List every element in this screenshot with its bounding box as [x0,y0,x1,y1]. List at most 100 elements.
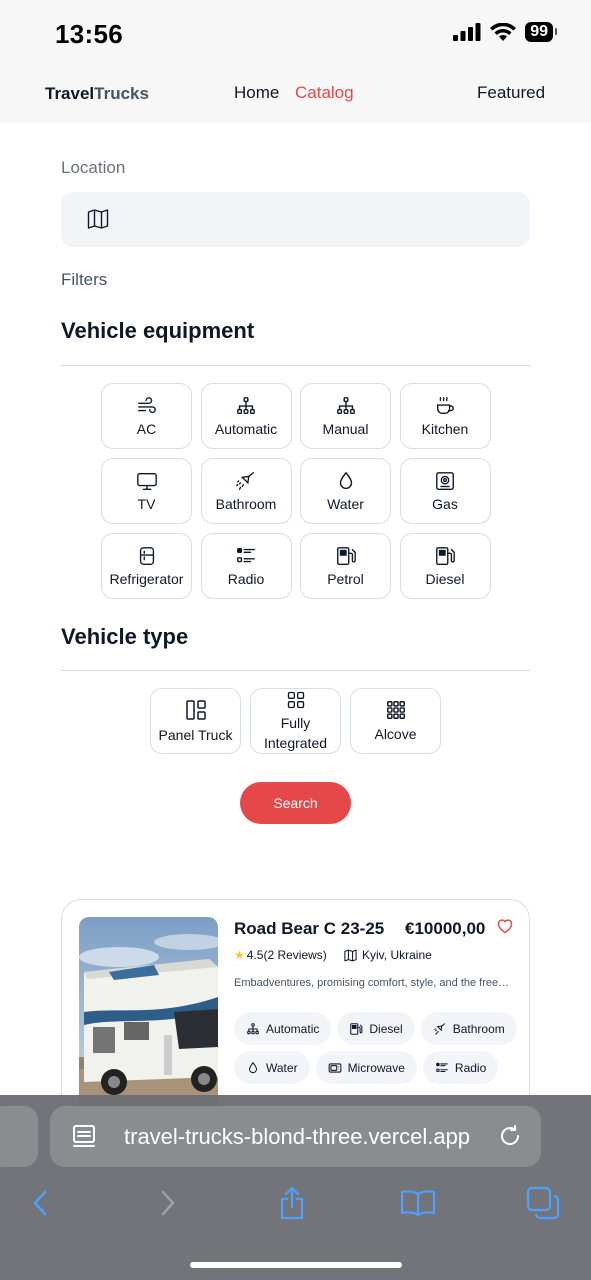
equipment-divider [61,365,530,366]
camper-description: Embadventures, promising comfort, style,… [234,977,514,989]
location-text: Kyiv, Ukraine [362,948,432,962]
filter-label: AC [136,420,157,437]
type-fully-integrated[interactable]: Fully Integrated [250,688,341,754]
search-button[interactable]: Search [240,782,351,824]
reader-icon[interactable] [72,1124,96,1150]
logo-part1: Travel [45,84,95,103]
feature-label: Radio [454,1060,487,1075]
filter-ac[interactable]: AC [101,383,192,449]
wind-icon [137,396,156,413]
filter-petrol[interactable]: Petrol [300,533,391,599]
star-icon: ★ [234,948,245,962]
chevron-right-icon [161,1190,175,1216]
equipment-title: Vehicle equipment [61,318,255,343]
chevron-left-icon [33,1190,47,1216]
filter-label: Bathroom [215,495,277,512]
nav-home[interactable]: Home [234,83,279,103]
logo-part2: Trucks [94,84,149,103]
filter-tv[interactable]: TV [101,458,192,524]
filter-bathroom[interactable]: Bathroom [200,458,292,524]
heart-icon[interactable] [496,918,514,934]
battery-indicator: 99 [525,22,557,42]
feature-list: Automatic Diesel Bathroom Water Microwav… [234,1012,524,1084]
browser-toolbar [0,1183,591,1227]
feature-chip: Microwave [315,1051,417,1084]
cup-hot-icon [436,396,454,414]
back-button[interactable] [18,1183,62,1223]
rating[interactable]: ★ 4.5(2 Reviews) [234,948,327,962]
type-panel-truck[interactable]: Panel Truck [150,688,241,754]
diagram-icon [336,396,355,414]
logo[interactable]: TravelTrucks [45,84,149,104]
feature-label: Automatic [266,1021,320,1036]
equipment-grid: AC Automatic Manual Kitchen TV Bathroom … [101,383,491,599]
shower-icon [433,1022,445,1035]
diagram-icon [237,396,255,414]
camper-price: €10000,00 [405,919,486,938]
filters-label: Filters [61,270,108,289]
filter-label: Radio [227,570,265,587]
droplet-icon [339,471,352,489]
share-button[interactable] [270,1183,314,1223]
filter-label: Kitchen [421,420,469,437]
type-label-line2: Integrated [263,734,328,751]
filter-gas[interactable]: Gas [399,458,491,524]
map-icon [87,209,109,229]
location-input[interactable] [121,192,511,247]
camper-photo-illustration [79,917,218,1117]
filter-label: Diesel [425,570,465,587]
filter-diesel[interactable]: Diesel [399,533,491,599]
status-time: 13:56 [55,19,123,49]
feature-label: Diesel [369,1021,403,1036]
type-label-line1: Fully [280,714,311,731]
filter-label: Automatic [214,420,278,437]
location-label: Location [61,158,126,177]
grid-1x2-icon [185,699,206,720]
tabs-button[interactable] [521,1183,565,1223]
type-title: Vehicle type [61,624,189,649]
filter-refrigerator[interactable]: Refrigerator [101,533,192,599]
bookmarks-button[interactable] [396,1183,440,1223]
filter-water[interactable]: Water [300,458,391,524]
feature-chip: Automatic [234,1012,332,1045]
status-icons: 99 [453,22,557,42]
feature-chip: Radio [422,1051,499,1084]
filter-kitchen[interactable]: Kitchen [399,383,491,449]
reload-icon[interactable] [498,1123,522,1149]
filter-label: Gas [432,495,458,512]
filter-label: Manual [322,420,369,437]
fridge-icon [139,546,154,565]
address-bar[interactable]: travel-trucks-blond-three.vercel.app [50,1106,541,1167]
feature-label: Water [266,1060,298,1075]
filter-automatic[interactable]: Automatic [200,383,292,449]
book-icon [400,1190,436,1217]
filter-label: Water [327,495,364,512]
list-icon [237,547,255,562]
filter-radio[interactable]: Radio [200,533,292,599]
type-divider [61,670,530,671]
nav-featured[interactable]: Featured [477,83,545,103]
droplet-icon [248,1061,258,1073]
share-icon [280,1186,304,1220]
type-alcove[interactable]: Alcove [350,688,441,754]
grid-icon [287,691,304,708]
type-label: Alcove [374,725,417,742]
tv-icon [136,472,157,490]
camper-photo[interactable] [79,917,218,1117]
feature-label: Microwave [347,1060,405,1075]
nav-catalog[interactable]: Catalog [295,83,354,103]
filter-label: TV [137,495,156,512]
previous-tab[interactable] [0,1106,38,1167]
rating-text: 4.5(2 Reviews) [246,948,327,962]
home-indicator [190,1262,402,1268]
filter-manual[interactable]: Manual [300,383,391,449]
forward-button[interactable] [146,1183,190,1223]
tabs-icon [526,1186,560,1220]
url-text[interactable]: travel-trucks-blond-three.vercel.app [124,1124,489,1150]
status-bar: 13:56 99 [0,0,591,65]
feature-chip: Bathroom [420,1012,517,1045]
filter-label: Petrol [327,570,364,587]
list-icon [436,1062,448,1072]
feature-chip: Diesel [337,1012,415,1045]
location-field[interactable] [61,192,530,247]
